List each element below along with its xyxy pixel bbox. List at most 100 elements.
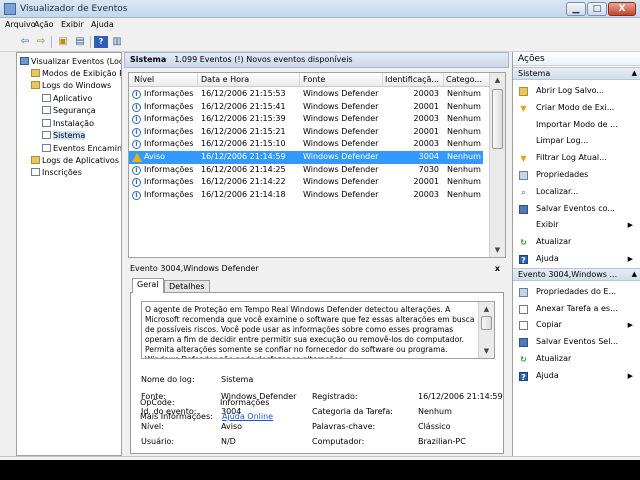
cell-date: 16/12/2006 21:14:18 <box>201 189 286 199</box>
scroll-up-icon[interactable]: ▲ <box>490 73 505 87</box>
action-item[interactable]: Importar Modo de ... <box>513 117 640 133</box>
tree-item-inscricoes[interactable]: Inscrições <box>31 167 82 179</box>
column-divider[interactable] <box>443 73 444 87</box>
cell-date: 16/12/2006 21:15:41 <box>201 101 286 111</box>
action-item[interactable]: ▼ Filtrar Log Atual... <box>513 150 640 166</box>
cell-id: 3004 <box>418 152 439 161</box>
forward-arrow-icon[interactable]: ⇨ <box>34 36 48 48</box>
action-item[interactable]: Abrir Log Salvo... <box>513 83 640 99</box>
log-icon <box>42 94 51 102</box>
actions-section-header[interactable]: Evento 3004,Windows ... ▲ <box>513 267 640 281</box>
scroll-down-icon[interactable]: ▼ <box>490 243 505 257</box>
cell-source: Windows Defender <box>303 177 379 187</box>
grid-scrollbar[interactable]: ▲ ▼ <box>489 73 505 257</box>
tree-item-custom-views[interactable]: Modos de Exibição P <box>31 68 121 80</box>
maximize-button[interactable]: □ <box>587 2 607 16</box>
scroll-up-icon[interactable]: ▲ <box>479 302 494 316</box>
action-item[interactable]: ↻ Atualizar <box>513 234 640 250</box>
cell-date: 16/12/2006 21:15:53 <box>201 89 286 98</box>
menu-ajuda[interactable]: Ajuda <box>91 20 114 29</box>
action-item[interactable]: Anexar Tarefa a es... <box>513 301 640 317</box>
tree-item-sistema[interactable]: Sistema <box>42 130 86 142</box>
tree-item-instalacao[interactable]: Instalação <box>42 118 94 130</box>
folder-icon <box>31 69 40 77</box>
table-row[interactable]: Aviso 16/12/2006 21:14:59 Windows Defender… <box>129 151 483 164</box>
tree-item-seguranca[interactable]: Segurança <box>42 105 96 117</box>
online-help-link[interactable]: Ajuda Online <box>222 412 273 421</box>
tree-item-windows-logs[interactable]: Logs do Windows <box>31 80 111 92</box>
back-arrow-icon[interactable]: ⇦ <box>18 36 32 48</box>
column-header-identificacao[interactable]: Identificaçã... <box>385 75 439 84</box>
title-bar[interactable]: Visualizador de Eventos ▁ □ X <box>0 0 640 18</box>
tab-geral[interactable]: Geral <box>132 278 164 293</box>
table-row[interactable]: i Informações 16/12/2006 21:14:25 Windows D… <box>129 164 483 177</box>
column-header-data-hora[interactable]: Data e Hora <box>201 75 249 84</box>
table-row[interactable]: i Informações 16/12/2006 21:15:39 Windows D… <box>129 113 483 126</box>
scroll-thumb[interactable] <box>492 89 503 149</box>
folder-icon <box>31 81 40 89</box>
action-item[interactable]: ↻ Atualizar <box>513 351 640 367</box>
cell-category: Nenhum <box>447 164 481 174</box>
event-viewer-app-icon <box>4 3 16 15</box>
registered-label: Registrado: <box>312 392 358 401</box>
cell-id: 20003 <box>413 114 439 124</box>
table-row[interactable]: i Informações 16/12/2006 21:15:10 Windows D… <box>129 138 483 151</box>
table-row[interactable]: i Informações 16/12/2006 21:15:53 Windows D… <box>129 88 483 101</box>
menu-acao[interactable]: Ação <box>34 20 54 29</box>
minimize-button[interactable]: ▁ <box>566 2 586 16</box>
info-icon: i <box>132 178 141 188</box>
event-description-box[interactable]: O agente de Proteção em Tempo Real Windo… <box>141 301 495 359</box>
tree-item-aplicativo[interactable]: Aplicativo <box>42 93 92 105</box>
help-icon[interactable]: ? <box>94 36 108 48</box>
description-scrollbar[interactable]: ▲ ▼ <box>478 302 494 358</box>
keywords-label: Palavras-chave: <box>312 422 376 431</box>
scroll-down-icon[interactable]: ▼ <box>479 344 494 358</box>
tree-item-application-logs[interactable]: Logs de Aplicativos e <box>31 155 121 167</box>
close-button[interactable]: X <box>608 2 636 16</box>
tree-item-eventos-encaminhados[interactable]: Eventos Encamin <box>42 143 121 155</box>
scroll-thumb[interactable] <box>481 316 492 330</box>
up-folder-icon[interactable]: ▣ <box>56 36 70 48</box>
properties-icon <box>519 171 528 180</box>
action-item[interactable]: ? Ajuda ▶ <box>513 368 640 384</box>
collapse-icon[interactable]: ▲ <box>632 68 637 79</box>
menu-arquivo[interactable]: Arquivo <box>5 20 36 29</box>
action-item[interactable]: Copiar ▶ <box>513 317 640 333</box>
table-row[interactable]: i Informações 16/12/2006 21:15:21 Windows D… <box>129 126 483 139</box>
action-item[interactable]: ? Ajuda ▶ <box>513 251 640 267</box>
show-hide-pane-icon[interactable]: ▥ <box>110 36 124 48</box>
column-divider[interactable] <box>197 73 198 87</box>
center-pane: Sistema 1.099 Eventos (!) Novos eventos d… <box>124 52 509 456</box>
action-item[interactable]: ⌕ Localizar... <box>513 184 640 200</box>
actions-section-header[interactable]: Sistema ▲ <box>513 67 640 80</box>
action-item[interactable]: Exibir ▶ <box>513 217 640 233</box>
tree-item-event-viewer-local[interactable]: Visualizar Eventos (Local <box>20 56 121 68</box>
column-divider[interactable] <box>299 73 300 87</box>
task-category-value: Nenhum <box>418 407 452 416</box>
properties-icon[interactable]: ▤ <box>73 36 87 48</box>
close-detail-icon[interactable]: x <box>495 262 500 276</box>
column-header-categoria[interactable]: Catego... <box>446 75 482 84</box>
cell-source: Windows Defender <box>303 189 379 199</box>
action-item[interactable]: Limpar Log... <box>513 133 640 149</box>
action-item[interactable]: Propriedades do E... <box>513 284 640 300</box>
action-item[interactable]: Propriedades <box>513 167 640 183</box>
action-label: Atualizar <box>536 354 572 363</box>
menu-exibir[interactable]: Exibir <box>61 20 84 29</box>
column-header-nivel[interactable]: Nível <box>134 75 154 84</box>
table-row[interactable]: i Informações 16/12/2006 21:14:22 Windows D… <box>129 176 483 189</box>
column-header-fonte[interactable]: Fonte <box>303 75 325 84</box>
action-item[interactable]: Salvar Eventos co... <box>513 201 640 217</box>
column-divider[interactable] <box>382 73 383 87</box>
help-icon: ? <box>519 255 528 265</box>
action-label: Copiar <box>536 320 562 330</box>
action-label: Atualizar <box>536 237 572 247</box>
action-item[interactable]: Salvar Eventos Sel... <box>513 334 640 350</box>
cell-category: Nenhum <box>447 126 481 136</box>
cell-level: Informações <box>144 139 194 149</box>
table-row[interactable]: i Informações 16/12/2006 21:15:41 Windows D… <box>129 101 483 114</box>
collapse-icon[interactable]: ▲ <box>632 269 637 280</box>
action-item[interactable]: ▼ Criar Modo de Exi... <box>513 100 640 116</box>
cell-category: Nenhum <box>447 177 481 187</box>
table-row[interactable]: i Informações 16/12/2006 21:14:18 Windows D… <box>129 189 483 202</box>
